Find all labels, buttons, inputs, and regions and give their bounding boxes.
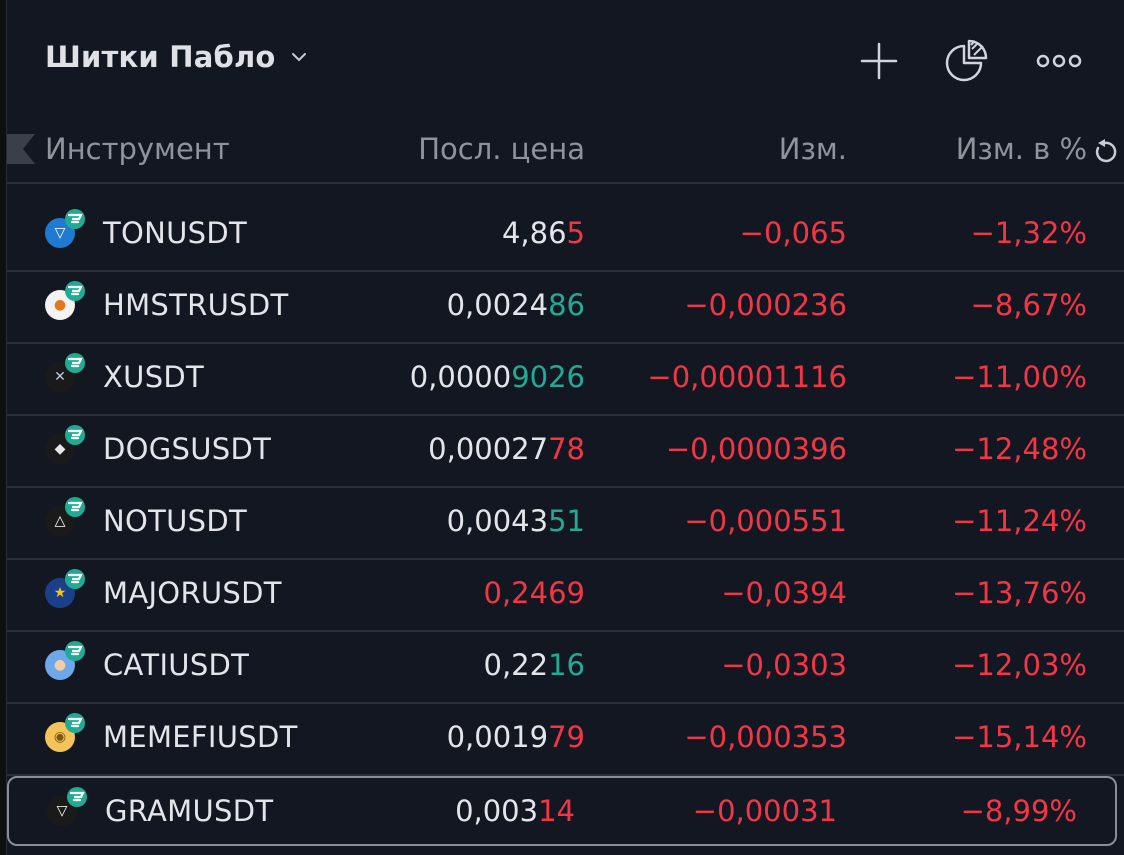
- column-header-row: Инструмент Посл. цена Изм. Изм. в %: [7, 120, 1124, 184]
- symbol-name: MAJORUSDT: [103, 576, 282, 610]
- symbol-row-notusdt[interactable]: △ NOTUSDT 0,004351 −0,000551 −11,24%: [7, 488, 1124, 560]
- price-change-pct: −15,14%: [952, 720, 1087, 754]
- last-price: 0,2469: [484, 576, 585, 610]
- refresh-icon[interactable]: [1091, 138, 1119, 166]
- chevron-down-icon: [291, 53, 306, 62]
- symbol-row-catiusdt[interactable]: ● CATIUSDT 0,2216 −0,0303 −12,03%: [7, 632, 1124, 704]
- price-base: 0,22: [483, 648, 549, 682]
- column-last-price[interactable]: Посл. цена: [418, 132, 585, 166]
- last-price: 0,004351: [447, 504, 585, 538]
- symbol-row-tonusdt[interactable]: ▽ TONUSDT 4,865 −0,065 −1,32%: [7, 200, 1124, 272]
- symbol-row-gramusdt[interactable]: ▽ GRAMUSDT 0,00314 −0,00031 −8,99%: [7, 776, 1117, 846]
- column-instrument[interactable]: Инструмент: [45, 132, 230, 166]
- price-tail: 86: [548, 288, 585, 322]
- price-change-pct: −1,32%: [970, 216, 1087, 250]
- price-change-pct: −8,99%: [960, 794, 1077, 828]
- price-change: −0,00031: [692, 794, 837, 828]
- price-tail: 5: [566, 216, 585, 250]
- last-price: 4,865: [502, 216, 585, 250]
- symbol-row-majorusdt[interactable]: ★ MAJORUSDT 0,2469 −0,0394 −13,76%: [7, 560, 1124, 632]
- symbol-list: ▽ TONUSDT 4,865 −0,065 −1,32% ● HMSTRUSD…: [7, 200, 1124, 846]
- symbol-row-memefiusdt[interactable]: ◉ MEMEFIUSDT 0,001979 −0,000353 −15,14%: [7, 704, 1124, 776]
- price-tail: 9026: [511, 360, 585, 394]
- symbol-name: CATIUSDT: [103, 648, 250, 682]
- exchange-badge-icon: [65, 209, 85, 229]
- watchlist-header: Шитки Пабло: [7, 0, 1124, 120]
- symbol-name: GRAMUSDT: [105, 794, 274, 828]
- price-change: −0,000353: [684, 720, 847, 754]
- price-change-pct: −8,67%: [970, 288, 1087, 322]
- add-symbol-button[interactable]: [853, 36, 905, 86]
- watchlist-panel: Шитки Пабло Инструмент Посл. цена Изм. И…: [6, 0, 1124, 855]
- price-change: −0,0000396: [665, 432, 847, 466]
- price-change: −0,0303: [721, 648, 847, 682]
- price-tail: 51: [548, 504, 585, 538]
- symbol-name: XUSDT: [103, 360, 205, 394]
- price-base: 0,0024: [446, 288, 549, 322]
- column-change[interactable]: Изм.: [779, 132, 847, 166]
- price-change: −0,065: [739, 216, 847, 250]
- price-change: −0,00001116: [647, 360, 847, 394]
- last-price: 0,2216: [484, 648, 585, 682]
- price-tail: 16: [548, 648, 585, 682]
- symbol-name: DOGSUSDT: [103, 432, 272, 466]
- advanced-view-button[interactable]: [941, 36, 993, 86]
- price-tail: 79: [548, 720, 585, 754]
- exchange-badge-icon: [65, 569, 85, 589]
- pie-chart-icon: [945, 39, 988, 82]
- more-dots-icon: [1036, 54, 1082, 68]
- symbol-name: HMSTRUSDT: [103, 288, 289, 322]
- price-base: 0,00027: [428, 432, 549, 466]
- exchange-badge-icon: [67, 787, 87, 807]
- more-options-button[interactable]: [1033, 36, 1085, 86]
- price-base: 0,0019: [446, 720, 549, 754]
- last-price: 0,001979: [447, 720, 585, 754]
- symbol-row-hmstrusdt[interactable]: ● HMSTRUSDT 0,002486 −0,000236 −8,67%: [7, 272, 1124, 344]
- plus-icon: [860, 42, 898, 80]
- price-base: 0,0043: [446, 504, 549, 538]
- symbol-name: NOTUSDT: [103, 504, 248, 538]
- last-price: 0,00009026: [410, 360, 585, 394]
- price-base: 4,86: [501, 216, 567, 250]
- price-tail: 14: [538, 794, 575, 828]
- exchange-badge-icon: [65, 425, 85, 445]
- last-price: 0,00314: [455, 794, 575, 828]
- exchange-badge-icon: [65, 497, 85, 517]
- price-change: −0,000551: [684, 504, 847, 538]
- price-change-pct: −12,03%: [952, 648, 1087, 682]
- exchange-badge-icon: [65, 353, 85, 373]
- price-tail: 78: [548, 432, 585, 466]
- symbol-name: TONUSDT: [103, 216, 248, 250]
- price-change: −0,000236: [684, 288, 847, 322]
- last-price: 0,002486: [447, 288, 585, 322]
- price-base: 0,0000: [409, 360, 512, 394]
- price-base: 0,003: [455, 794, 539, 828]
- last-price: 0,0002778: [428, 432, 585, 466]
- column-change-pct[interactable]: Изм. в %: [956, 132, 1087, 166]
- price-change-pct: −13,76%: [952, 576, 1087, 610]
- price-tail: 0,2469: [483, 576, 585, 610]
- price-change: −0,0394: [721, 576, 847, 610]
- exchange-badge-icon: [65, 713, 85, 733]
- watchlist-title: Шитки Пабло: [45, 40, 276, 74]
- price-change-pct: −11,00%: [952, 360, 1087, 394]
- price-change-pct: −12,48%: [952, 432, 1087, 466]
- symbol-row-dogsusdt[interactable]: ◆ DOGSUSDT 0,0002778 −0,0000396 −12,48%: [7, 416, 1124, 488]
- watchlist-title-dropdown[interactable]: Шитки Пабло: [45, 40, 308, 74]
- symbol-row-xusdt[interactable]: ✕ XUSDT 0,00009026 −0,00001116 −11,00%: [7, 344, 1124, 416]
- exchange-badge-icon: [65, 281, 85, 301]
- price-change-pct: −11,24%: [952, 504, 1087, 538]
- flag-marker-icon[interactable]: [7, 134, 35, 164]
- symbol-name: MEMEFIUSDT: [103, 720, 298, 754]
- exchange-badge-icon: [65, 641, 85, 661]
